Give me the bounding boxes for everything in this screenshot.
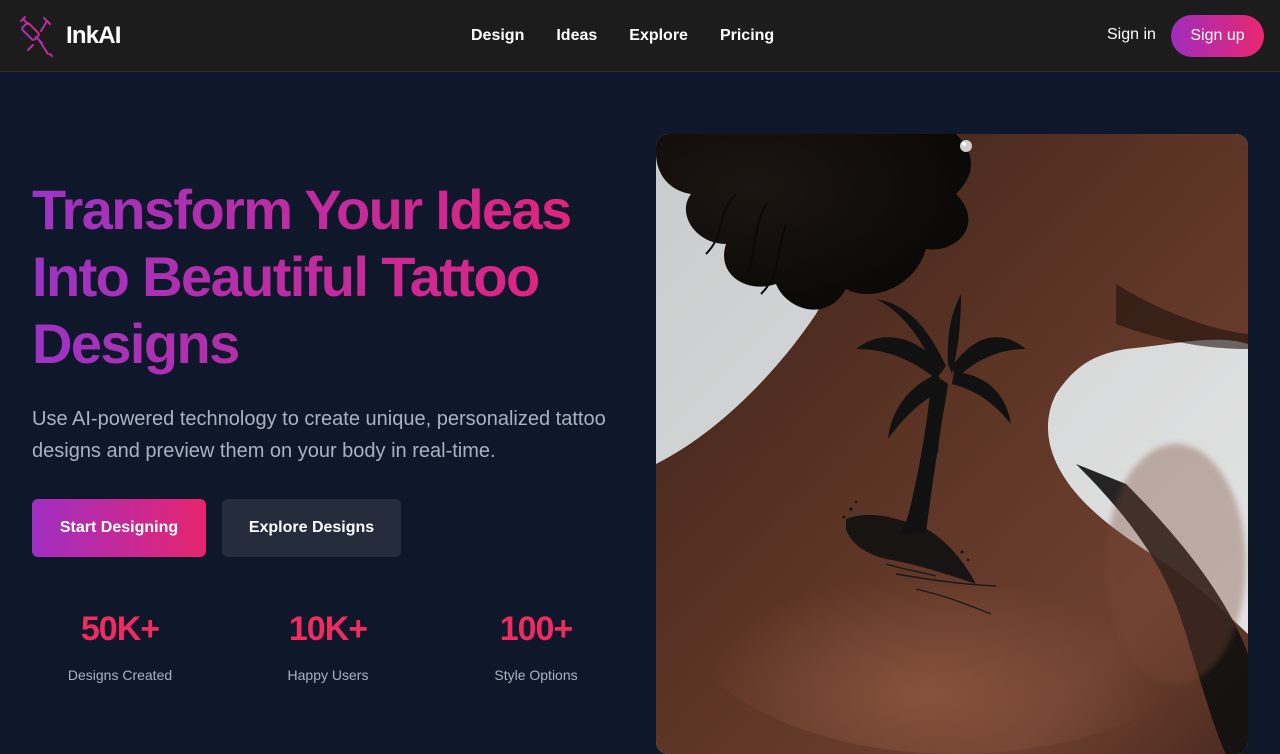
brand-name: InkAI [66,22,121,49]
explore-designs-button[interactable]: Explore Designs [222,499,401,557]
hero-subtitle: Use AI-powered technology to create uniq… [32,408,606,462]
nav-link-design[interactable]: Design [455,19,540,53]
hero-title-line: Transform Your Ideas [32,176,632,243]
sign-up-button[interactable]: Sign up [1171,15,1264,57]
palm-tree-neck-tattoo-image [656,134,1248,754]
hero-title-line: Into Beautiful Tattoo [32,243,632,310]
stat-value: 10K+ [288,610,368,648]
hero-title-line: Designs [32,310,632,377]
sign-in-link[interactable]: Sign in [1095,22,1168,48]
main-nav: Design Ideas Explore Pricing [455,0,790,72]
stat-value: 100+ [499,610,574,648]
hero-title: Transform Your Ideas Into Beautiful Tatt… [32,176,632,377]
stat-label: Designs Created [67,667,173,683]
nav-link-explore[interactable]: Explore [613,19,704,53]
stat-label: Style Options [494,667,578,683]
stat-designs-created: 50K+ Designs Created [16,607,224,683]
stat-label: Happy Users [287,667,369,683]
stat-style-options: 100+ Style Options [432,607,640,683]
start-designing-button[interactable]: Start Designing [32,499,206,557]
stat-happy-users: 10K+ Happy Users [224,607,432,683]
tattoo-machine-icon [20,16,53,57]
nav-link-ideas[interactable]: Ideas [540,19,613,53]
nav-link-pricing[interactable]: Pricing [704,19,790,53]
top-navbar: InkAI Design Ideas Explore Pricing Sign … [0,0,1280,72]
brand-home-link[interactable]: InkAI [18,14,121,58]
stat-value: 50K+ [80,610,160,648]
hero-tattoo-photo [656,134,1248,754]
stats-row: 50K+ Designs Created 10K+ Happy Users 10… [16,607,640,683]
